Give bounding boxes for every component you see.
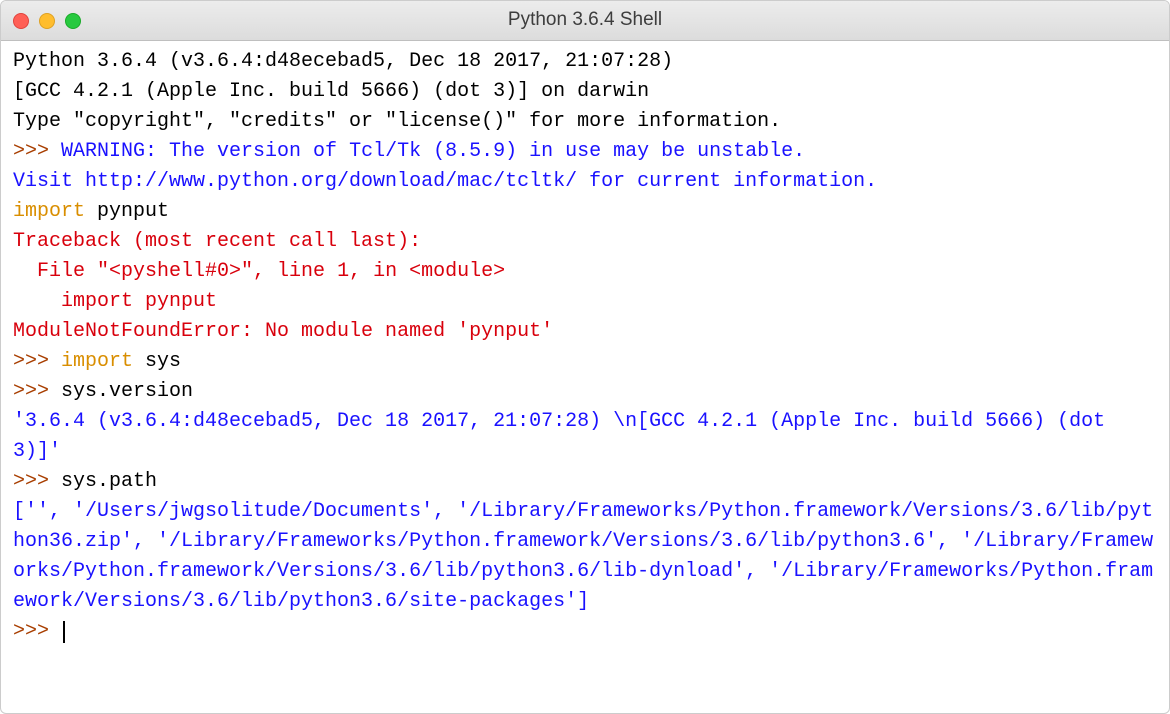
window-title: Python 3.6.4 Shell	[1, 6, 1169, 35]
traceback-line: File "<pyshell#0>", line 1, in <module>	[13, 260, 505, 283]
minimize-icon[interactable]	[39, 13, 55, 29]
output-syspath: ['', '/Users/jwgsolitude/Documents', '/L…	[13, 500, 1153, 613]
header-line: Type "copyright", "credits" or "license(…	[13, 110, 781, 133]
prompt: >>>	[13, 620, 61, 643]
traffic-lights	[13, 13, 81, 29]
user-command: sys.version	[61, 380, 193, 403]
titlebar[interactable]: Python 3.6.4 Shell	[1, 1, 1169, 41]
output-version: '3.6.4 (v3.6.4:d48ecebad5, Dec 18 2017, …	[13, 410, 1117, 463]
idle-shell-window: Python 3.6.4 Shell Python 3.6.4 (v3.6.4:…	[0, 0, 1170, 714]
import-keyword: import	[61, 350, 133, 373]
traceback-line: import pynput	[13, 290, 217, 313]
import-target: pynput	[85, 200, 169, 223]
user-command: sys.path	[61, 470, 157, 493]
close-icon[interactable]	[13, 13, 29, 29]
import-keyword: import	[13, 200, 85, 223]
header-line: Python 3.6.4 (v3.6.4:d48ecebad5, Dec 18 …	[13, 50, 685, 73]
prompt: >>>	[13, 140, 61, 163]
header-line: [GCC 4.2.1 (Apple Inc. build 5666) (dot …	[13, 80, 649, 103]
text-cursor	[63, 621, 65, 643]
shell-output[interactable]: Python 3.6.4 (v3.6.4:d48ecebad5, Dec 18 …	[1, 41, 1169, 713]
prompt: >>>	[13, 380, 61, 403]
zoom-icon[interactable]	[65, 13, 81, 29]
traceback-line: Traceback (most recent call last):	[13, 230, 421, 253]
import-target: sys	[133, 350, 181, 373]
traceback-error: ModuleNotFoundError: No module named 'py…	[13, 320, 553, 343]
tcltk-warning: Visit http://www.python.org/download/mac…	[13, 170, 877, 193]
tcltk-warning: WARNING: The version of Tcl/Tk (8.5.9) i…	[61, 140, 805, 163]
prompt: >>>	[13, 470, 61, 493]
prompt: >>>	[13, 350, 61, 373]
